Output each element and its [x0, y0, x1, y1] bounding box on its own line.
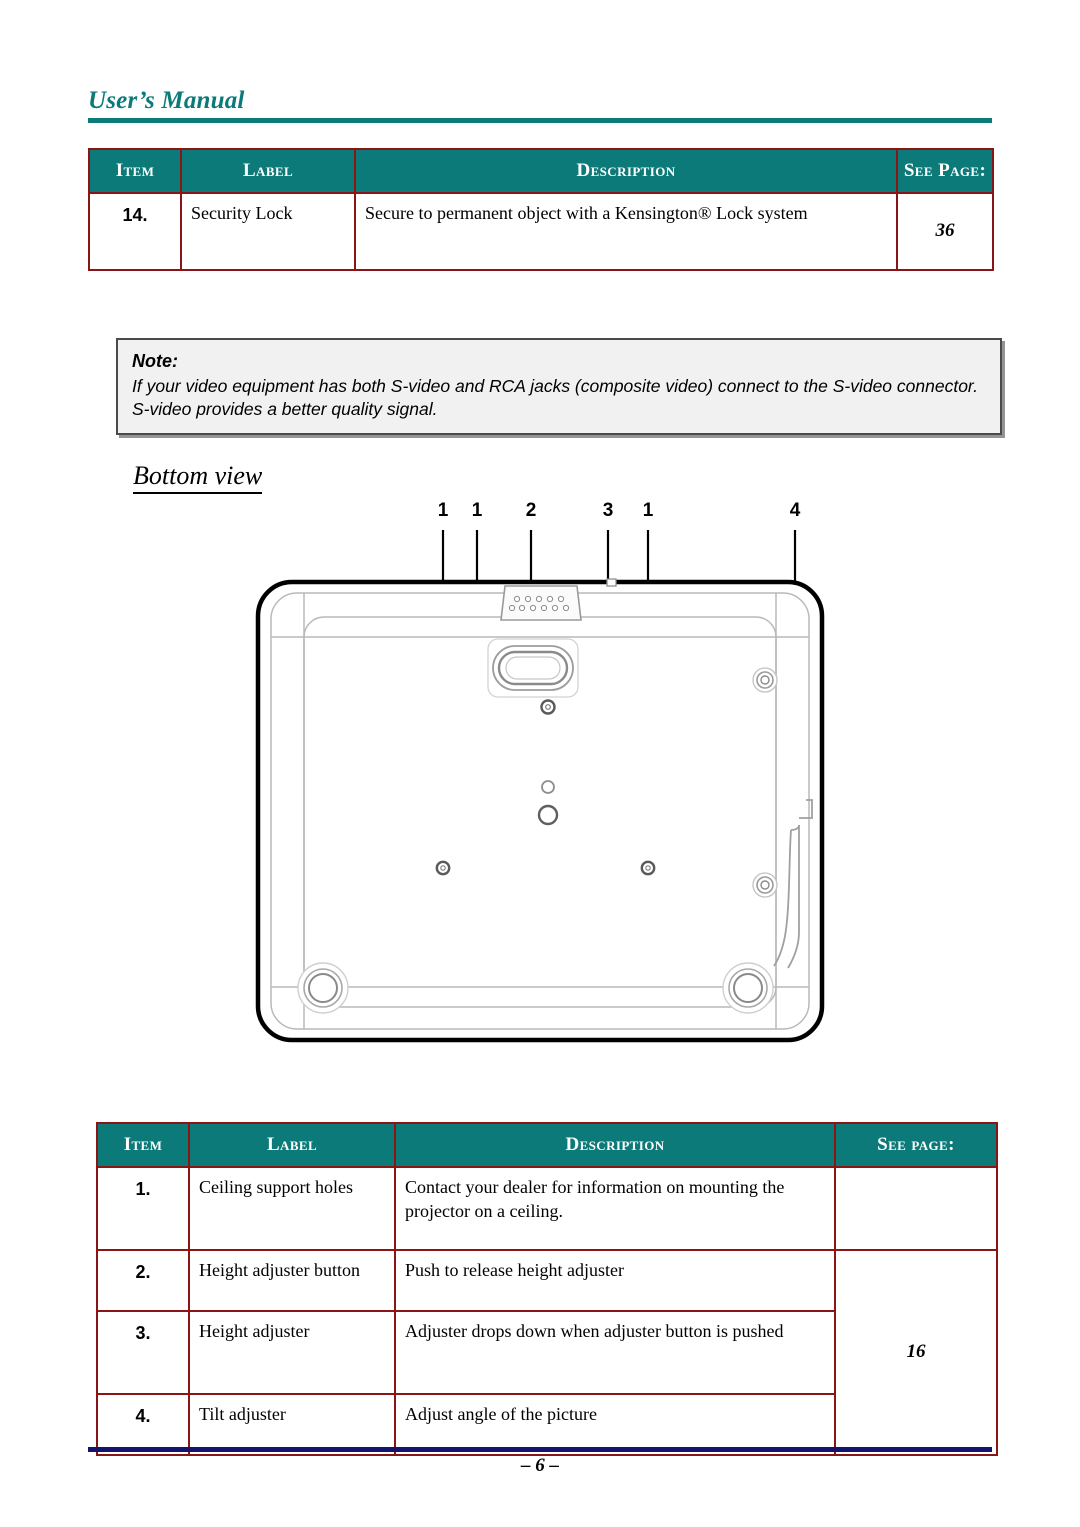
note-box: Note: If your video equipment has both S… [116, 338, 1002, 436]
column-header-see-page: See page: [834, 1122, 998, 1168]
document-page: User’s Manual Item Label Description See… [0, 0, 1080, 1527]
cell-item: 14. [88, 192, 182, 271]
projector-diagram-svg [255, 530, 825, 1043]
table-row: 1. Ceiling support holes Contact your de… [96, 1166, 998, 1251]
callout-number-4: 4 [789, 500, 801, 521]
note-label: Note: [132, 351, 178, 371]
ceiling-support-hole-left [435, 860, 451, 876]
height-adjuster-button [540, 699, 556, 715]
table-header-row: Item Label Description See page: [96, 1122, 998, 1168]
note-line-1: If your video equipment has both S-video… [132, 375, 978, 396]
cell-label: Height adjuster button [188, 1249, 396, 1312]
foot-front-left [297, 962, 349, 1014]
cell-label: Tilt adjuster [188, 1393, 396, 1456]
foot-front-right [722, 962, 774, 1014]
footer-page-number: – 6 – [521, 1455, 559, 1476]
cell-item: 2. [96, 1249, 190, 1312]
column-header-item: Item [96, 1122, 190, 1168]
ceiling-support-hole-right [640, 860, 656, 876]
column-header-description: Description [394, 1122, 836, 1168]
cell-description: Adjust angle of the picture [394, 1393, 836, 1456]
cell-item: 4. [96, 1393, 190, 1456]
page-header: User’s Manual [88, 87, 992, 124]
section-heading-bottom-view: Bottom view [133, 461, 263, 494]
table-row: 2. Height adjuster button Push to releas… [96, 1249, 998, 1456]
cell-description: Push to release height adjuster [394, 1249, 836, 1312]
top-edge-tab [606, 578, 617, 587]
table-header-row: Item Label Description See Page: [88, 148, 994, 194]
header-rule [88, 118, 992, 124]
projector-bottom-view-figure: 1 1 2 3 1 4 [240, 500, 840, 1070]
screw-boss-lower-right [752, 872, 778, 898]
cell-description: Contact your dealer for information on m… [394, 1166, 836, 1251]
cell-label: Ceiling support holes [188, 1166, 396, 1251]
cell-item: 1. [96, 1166, 190, 1251]
note-line-2: S-video provides a better quality signal… [132, 399, 438, 420]
column-header-description: Description [354, 148, 898, 194]
callout-number-2: 2 [525, 500, 537, 521]
cell-see-page-merged: 16 [834, 1249, 998, 1456]
cell-label: Security Lock [180, 192, 356, 271]
cell-see-page: 36 [896, 192, 994, 271]
vent-grille [500, 585, 582, 621]
height-adjuster [487, 638, 579, 698]
footer-rule [88, 1447, 992, 1452]
callout-number-3: 3 [602, 500, 614, 521]
cell-description: Adjuster drops down when adjuster button… [394, 1310, 836, 1395]
cell-item: 3. [96, 1310, 190, 1395]
cell-see-page [834, 1166, 998, 1251]
column-header-item: Item [88, 148, 182, 194]
callout-number-1c: 1 [642, 500, 654, 521]
security-lock-table: Item Label Description See Page: 14. Sec… [88, 148, 994, 271]
table-row: 14. Security Lock Secure to permanent ob… [88, 192, 994, 271]
column-header-label: Label [188, 1122, 396, 1168]
callout-number-1a: 1 [437, 500, 449, 521]
screw-boss-upper-right [752, 667, 778, 693]
column-header-label: Label [180, 148, 356, 194]
column-header-see-page: See Page: [896, 148, 994, 194]
cell-label: Height adjuster [188, 1310, 396, 1395]
callout-number-1b: 1 [471, 500, 483, 521]
page-title: User’s Manual [88, 87, 245, 114]
cell-description: Secure to permanent object with a Kensin… [354, 192, 898, 271]
bottom-view-legend-table: Item Label Description See page: 1. Ceil… [96, 1122, 998, 1456]
